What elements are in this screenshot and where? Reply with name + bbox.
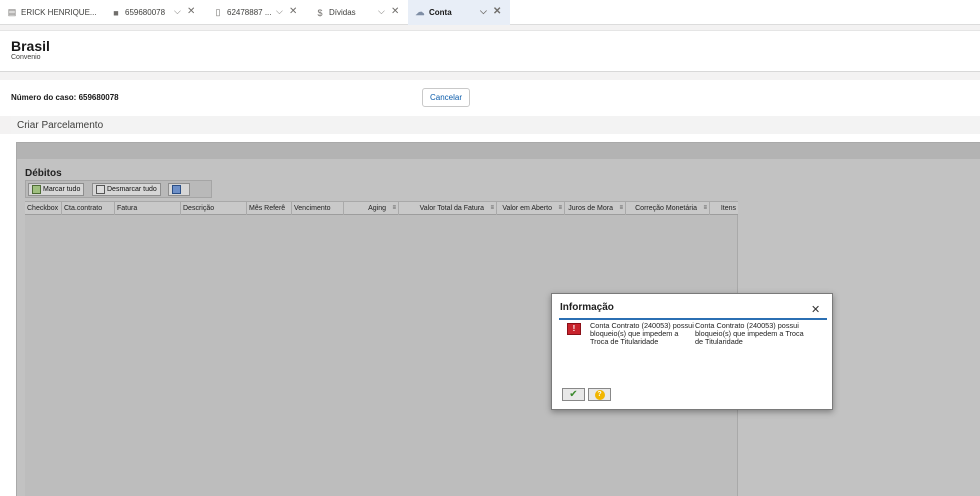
tab-label: Conta — [429, 8, 452, 17]
sort-icon[interactable]: ≡ — [558, 202, 562, 215]
close-icon[interactable]: ✕ — [187, 6, 195, 17]
section-title: Criar Parcelamento — [17, 120, 104, 131]
contact-icon: ▤ — [7, 7, 17, 17]
page-header: Brasil Convenio — [0, 30, 980, 72]
column-header-sortable[interactable]: Juros de Mora ≡ — [565, 202, 626, 215]
dialog-message: Conta Contrato (240053) possui bloqueio(… — [590, 321, 694, 346]
column-header-sortable[interactable]: Aging ≡ — [344, 202, 399, 215]
column-label: Correção Monetária — [635, 205, 697, 212]
column-header[interactable]: Vencimento — [292, 202, 344, 215]
tab-label: 659680078 — [125, 8, 166, 17]
error-icon: ! — [567, 323, 581, 335]
column-header[interactable]: Descrição — [181, 202, 247, 215]
column-label: Juros de Mora — [568, 205, 613, 212]
close-icon[interactable]: ✕ — [289, 6, 297, 17]
page-subtitle: Convenio — [11, 54, 41, 61]
tab-label: 62478887 ... — [227, 8, 272, 17]
column-header[interactable]: Mês Referê — [247, 202, 292, 215]
document-icon: ▯ — [215, 7, 221, 17]
sort-icon[interactable]: ≡ — [703, 202, 707, 215]
tab-label: Dívidas — [329, 8, 356, 17]
column-header[interactable]: Cta.contrato — [62, 202, 115, 215]
information-dialog: Informação ✕ ! Conta Contrato (240053) p… — [551, 293, 833, 410]
uncheck-list-icon — [96, 185, 105, 194]
checklist-icon — [32, 185, 41, 194]
mark-all-button[interactable]: Marcar tudo — [28, 183, 85, 196]
close-icon[interactable]: ✕ — [391, 6, 399, 17]
sort-icon[interactable]: ≡ — [490, 202, 494, 215]
column-header-sortable[interactable]: Correção Monetária ≡ — [626, 202, 710, 215]
check-icon: ✔ — [569, 389, 578, 400]
embedded-frame: Débitos Marcar tudo Desmarcar tudo Check… — [16, 142, 980, 496]
debitos-title: Débitos — [25, 168, 62, 179]
dialog-title: Informação — [560, 302, 614, 313]
tab-contact[interactable]: ▤ ERICK HENRIQUE... — [0, 0, 100, 25]
help-icon: ? — [594, 389, 605, 400]
money-icon: $ — [317, 7, 323, 18]
chevron-down-icon[interactable]: ⌵ — [174, 6, 181, 17]
chevron-down-icon[interactable]: ⌵ — [378, 6, 385, 17]
column-header-sortable[interactable]: Valor Total da Fatura ≡ — [399, 202, 497, 215]
sort-icon[interactable]: ≡ — [619, 202, 623, 215]
column-label: Aging — [368, 205, 386, 212]
sort-icon[interactable]: ≡ — [392, 202, 396, 215]
chevron-down-icon[interactable]: ⌵ — [480, 6, 487, 17]
case-number-label: Número do caso: 659680078 — [11, 93, 119, 102]
tab-conta[interactable]: ☁ Conta ⌵ ✕ — [408, 0, 510, 25]
mark-all-label: Marcar tudo — [43, 186, 81, 193]
column-header[interactable]: Fatura — [115, 202, 181, 215]
help-button[interactable]: ? — [588, 388, 611, 401]
grid-settings-button[interactable] — [168, 183, 190, 196]
dialog-message: Conta Contrato (240053) possui bloqueio(… — [695, 321, 804, 346]
unmark-all-button[interactable]: Desmarcar tudo — [92, 183, 161, 196]
column-header[interactable]: Checkbox — [25, 202, 62, 215]
grid-toolbar: Marcar tudo Desmarcar tudo — [25, 180, 212, 198]
frame-top-strip — [17, 143, 980, 159]
ok-button[interactable]: ✔ — [562, 388, 585, 401]
workspace-tab-bar: ▤ ERICK HENRIQUE... ■ 659680078 ⌵ ✕ ▯ 62… — [0, 0, 980, 25]
page-title: Brasil — [11, 38, 50, 54]
tab-dividas[interactable]: $ Dívidas ⌵ ✕ — [308, 0, 408, 25]
close-icon[interactable]: ✕ — [493, 6, 501, 17]
table-icon — [172, 185, 181, 194]
cancel-button[interactable]: Cancelar — [422, 88, 470, 107]
briefcase-icon: ■ — [113, 7, 119, 18]
cloud-icon: ☁ — [415, 7, 425, 17]
column-label: Valor Total da Fatura — [419, 205, 484, 212]
tab-label: ERICK HENRIQUE... — [21, 8, 97, 17]
unmark-all-label: Desmarcar tudo — [107, 186, 157, 193]
chevron-down-icon[interactable]: ⌵ — [276, 6, 283, 17]
section-header: Criar Parcelamento — [11, 116, 980, 134]
column-header-sortable[interactable]: Valor em Aberto ≡ — [497, 202, 565, 215]
tab-invoice[interactable]: ▯ 62478887 ... ⌵ ✕ — [206, 0, 306, 25]
dialog-title-divider — [559, 318, 827, 320]
column-label: Valor em Aberto — [502, 205, 552, 212]
grid-header: Checkbox Cta.contrato Fatura Descrição M… — [25, 201, 738, 215]
case-row: Número do caso: 659680078 Cancelar — [0, 80, 980, 116]
tab-case[interactable]: ■ 659680078 ⌵ ✕ — [104, 0, 204, 25]
column-header[interactable]: Itens — [710, 202, 738, 215]
close-icon[interactable]: ✕ — [811, 303, 820, 316]
